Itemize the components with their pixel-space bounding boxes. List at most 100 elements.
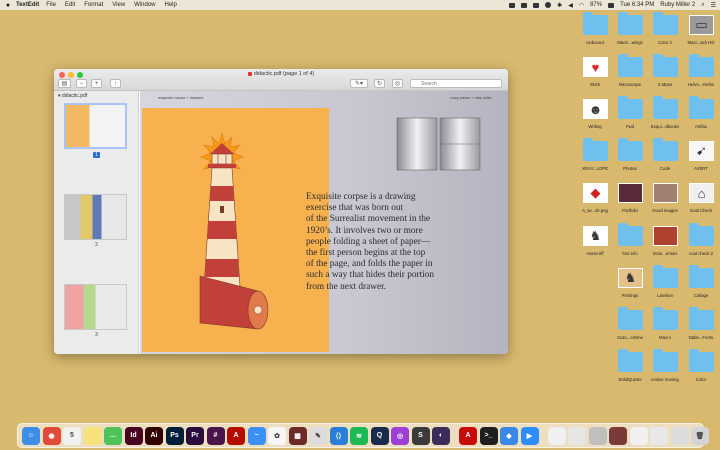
desktop-icon[interactable]: XRAY...LOPE: [575, 138, 615, 177]
zoom-in-button[interactable]: +: [91, 79, 102, 88]
messages-icon[interactable]: …: [104, 426, 122, 445]
recent-doc-3-icon[interactable]: [588, 426, 607, 445]
desktop-icon[interactable]: Good images: [645, 183, 685, 219]
recent-doc-7-icon[interactable]: [670, 426, 689, 445]
bluetooth-icon[interactable]: ✱: [557, 2, 562, 9]
desktop-icon[interactable]: evolve moving: [645, 349, 685, 388]
desktop-icon[interactable]: Lasvilon: [645, 265, 685, 304]
quicktime-icon[interactable]: Q: [370, 426, 389, 445]
desktop-icon[interactable]: ▭ Maci...ash HD: [681, 15, 720, 51]
battery-percent[interactable]: 87%: [590, 2, 602, 8]
desktop-icon[interactable]: SolidQuests: [610, 349, 650, 388]
title-bar[interactable]: didactic.pdf (page 1 of 4) ▤ − + ↑ ✎▾ ↻ …: [54, 69, 508, 91]
podcasts-icon[interactable]: ◎: [391, 426, 409, 445]
status-app-icon[interactable]: [509, 2, 516, 8]
desktop-icon[interactable]: X Mpos: [645, 54, 685, 93]
tor-icon[interactable]: ◐: [432, 426, 450, 445]
share-button[interactable]: ↑: [110, 79, 121, 88]
dropbox-status-icon[interactable]: [533, 2, 540, 8]
apple-menu-icon[interactable]: ●: [3, 2, 13, 9]
recent-doc-2-icon[interactable]: [568, 426, 586, 445]
document-view[interactable]: exquisite corpse + drawers mary pierce +…: [140, 91, 508, 354]
notes-icon[interactable]: [83, 426, 102, 445]
battery-icon[interactable]: [608, 2, 615, 8]
slack-icon[interactable]: #: [206, 426, 225, 445]
page-thumbnail[interactable]: [64, 284, 127, 330]
recent-doc-1-icon[interactable]: [547, 426, 566, 445]
desktop-icon[interactable]: Color 2: [645, 12, 685, 51]
recent-doc-4-icon[interactable]: [609, 426, 627, 445]
recent-doc-5-icon[interactable]: [629, 426, 648, 445]
photos-icon[interactable]: ✿: [268, 426, 286, 445]
desktop-icon[interactable]: ♞ Printings: [610, 268, 650, 304]
zoom-out-button[interactable]: −: [76, 79, 87, 88]
calendar-icon[interactable]: 5: [63, 426, 81, 445]
desktop-icon[interactable]: ♥ Work: [575, 57, 615, 93]
photoshop-icon[interactable]: Ps: [165, 426, 184, 445]
desktop-icon[interactable]: font info: [610, 223, 650, 262]
page-thumbnail[interactable]: [64, 194, 127, 240]
clock[interactable]: Tue 6:34 PM: [620, 2, 654, 8]
messenger-icon[interactable]: ~: [247, 426, 266, 445]
menu-file[interactable]: File: [46, 2, 56, 8]
terminal-icon[interactable]: >_: [479, 426, 498, 445]
volume-icon[interactable]: ◀: [568, 2, 573, 9]
spotlight-icon[interactable]: ⌕: [701, 2, 704, 9]
desktop-icon[interactable]: Scan...cshme: [610, 307, 650, 346]
chrome-icon[interactable]: ◉: [42, 426, 61, 445]
desktop-icon[interactable]: Exqui...dbooks: [645, 96, 685, 135]
menu-help[interactable]: Help: [165, 2, 177, 8]
spotify-icon[interactable]: ≋: [350, 426, 368, 445]
acrobat-icon[interactable]: A: [227, 426, 245, 445]
desktop-icon[interactable]: Code: [645, 138, 685, 177]
desktop-icon[interactable]: Collage: [681, 265, 720, 304]
desktop-icon[interactable]: Photos: [610, 138, 650, 177]
sublime-icon[interactable]: S: [411, 426, 430, 445]
desktop-icon[interactable]: ☻ Writing: [575, 99, 615, 135]
desktop-icon[interactable]: ◆ A_tw...sh.png: [575, 183, 615, 219]
desktop-icon[interactable]: coat check 2: [681, 223, 720, 262]
desktop-icon[interactable]: MacK...wings: [610, 12, 650, 51]
notification-center-icon[interactable]: ☰: [711, 2, 716, 9]
page-thumbnail[interactable]: [64, 103, 127, 149]
desktop-icon[interactable]: Microscope: [610, 54, 650, 93]
time-machine-icon[interactable]: [545, 2, 552, 8]
sidebar-header[interactable]: ▾ didactic.pdf: [58, 93, 87, 99]
pixelmator-icon[interactable]: ▦: [288, 426, 307, 445]
finder-icon[interactable]: ☺: [22, 426, 40, 445]
trash-icon[interactable]: 🗑: [691, 426, 709, 445]
annotate-button[interactable]: ◎: [392, 79, 403, 88]
desktop-icon[interactable]: Macro: [645, 307, 685, 346]
dropbox-icon[interactable]: ◆: [500, 426, 518, 445]
rotate-button[interactable]: ↻: [374, 79, 385, 88]
recent-doc-6-icon[interactable]: [650, 426, 668, 445]
sidebar-toggle-button[interactable]: ▤: [58, 79, 71, 88]
creative-cloud-icon[interactable]: [521, 2, 528, 8]
desktop-icon[interactable]: Fwd: [610, 96, 650, 135]
desktop-icon[interactable]: Color: [681, 349, 720, 388]
zoom-icon[interactable]: ▶: [520, 426, 539, 445]
script-editor-icon[interactable]: ✎: [309, 426, 327, 445]
search-input[interactable]: [410, 79, 502, 88]
menu-view[interactable]: View: [112, 2, 125, 8]
menu-window[interactable]: Window: [134, 2, 155, 8]
wifi-icon[interactable]: ◠: [579, 2, 584, 9]
vscode-icon[interactable]: ⟨⟩: [329, 426, 348, 445]
acrobat-reader-icon[interactable]: A: [459, 426, 477, 445]
menu-format[interactable]: Format: [84, 2, 103, 8]
indesign-icon[interactable]: Id: [124, 426, 143, 445]
premiere-icon[interactable]: Pr: [186, 426, 204, 445]
user-name[interactable]: Ruby Miller 2: [660, 2, 695, 8]
desktop-icon[interactable]: Helve...Herbs: [681, 54, 720, 93]
markup-button[interactable]: ✎▾: [350, 79, 368, 88]
desktop-icon[interactable]: Artifax: [681, 96, 720, 135]
app-menu[interactable]: TextEdit: [16, 2, 39, 8]
desktop-icon[interactable]: Gran...enses: [645, 226, 685, 262]
desktop-icon[interactable]: Portfolio: [610, 183, 650, 219]
desktop-icon[interactable]: ♞ Horse.tiff: [575, 226, 615, 262]
illustrator-icon[interactable]: Ai: [145, 426, 163, 445]
desktop-icon[interactable]: Unbound: [575, 12, 615, 51]
desktop-icon[interactable]: ➹ AVERT: [681, 141, 720, 177]
desktop-icon[interactable]: Datle...Fonts: [681, 307, 720, 346]
menu-edit[interactable]: Edit: [65, 2, 75, 8]
